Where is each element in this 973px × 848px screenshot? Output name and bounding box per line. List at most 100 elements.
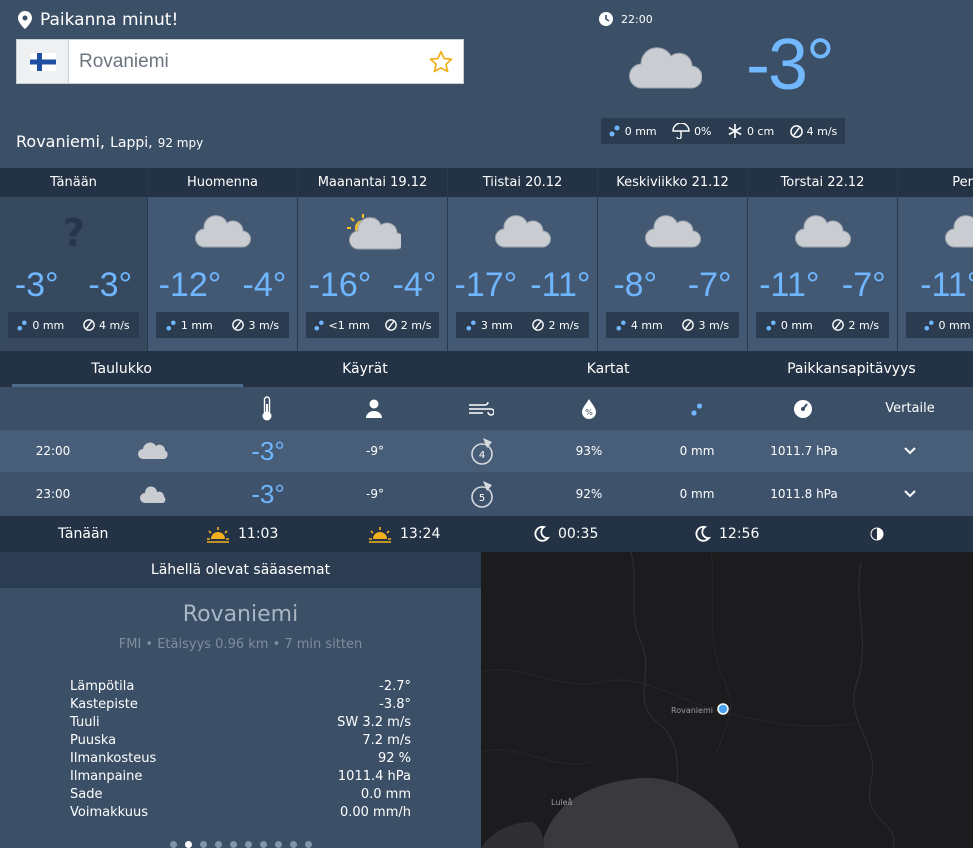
reading-value: 0.0 mm: [360, 787, 411, 802]
row-precip: 0 mm: [679, 444, 715, 458]
day-column[interactable]: Maanantai 19.12 -16° -4° <1 mm 2 m/s: [298, 168, 448, 351]
current-wind: 4 m/s: [789, 125, 837, 138]
day-column[interactable]: Huomenna -12° -4° 1 mm 3 m/s: [148, 168, 298, 351]
expand-chevron-icon[interactable]: [898, 430, 922, 472]
station-reading-row: Kastepiste -3.8°: [70, 696, 411, 714]
station-marker[interactable]: [717, 703, 729, 715]
compare-button[interactable]: Vertaile: [872, 387, 948, 430]
day-temps: -12° -4°: [148, 266, 297, 305]
pager-dot[interactable]: [275, 841, 282, 848]
drops-icon: [923, 319, 934, 331]
table-row[interactable]: 22:00 -3° -9° 4 93% 0 mm 1011.7 hPa: [0, 430, 973, 472]
reading-value: 1011.4 hPa: [337, 769, 411, 784]
drops-icon: [166, 319, 176, 331]
pager-dot[interactable]: [185, 841, 192, 848]
day-stats: 4 mm 3 m/s: [606, 312, 739, 338]
day-temps: -11°: [898, 266, 973, 305]
day-high-temp: -11°: [530, 266, 591, 304]
day-column[interactable]: Tänään? -3° -3° 0 mm 4 m/s: [0, 168, 148, 351]
sunset-icon: [369, 527, 391, 543]
pager-dot[interactable]: [200, 841, 207, 848]
drops-icon: [766, 319, 776, 331]
tab-accuracy[interactable]: Paikkansapitävyys: [730, 351, 973, 387]
finland-flag-icon: [29, 52, 56, 71]
tab-maps[interactable]: Kartat: [487, 351, 730, 387]
day-low-temp: -11°: [920, 266, 973, 304]
row-time: 23:00: [35, 487, 71, 501]
day-column[interactable]: Tiistai 20.12 -17° -11° 3 mm 2 m/s: [448, 168, 598, 351]
current-snow: 0 cm: [727, 123, 774, 139]
favorite-button[interactable]: [419, 49, 463, 75]
clock-icon: [599, 12, 613, 26]
humidity-icon: %: [572, 393, 606, 425]
expand-chevron-icon[interactable]: [898, 473, 922, 515]
pressure-gauge-icon: [786, 393, 820, 425]
drops-icon: [314, 319, 324, 331]
pager-dot[interactable]: [245, 841, 252, 848]
unknown-icon: ?: [0, 212, 147, 252]
locate-me-link[interactable]: Paikanna minut!: [18, 10, 178, 30]
cloud-icon: [598, 212, 747, 250]
day-wind: 2 m/s: [832, 319, 879, 332]
day-precip: 4 mm: [616, 319, 663, 332]
search-input[interactable]: [69, 40, 419, 83]
day-high-temp: -7°: [687, 266, 732, 304]
sunrise: 11:03: [206, 516, 278, 552]
pager-dot[interactable]: [215, 841, 222, 848]
reading-label: Sade: [70, 787, 103, 802]
day-high-temp: -4°: [242, 266, 287, 304]
moonset: 12:56: [693, 516, 759, 552]
day-low-temp: -17°: [454, 266, 518, 304]
station-pager[interactable]: [170, 841, 312, 848]
country-selector[interactable]: [17, 40, 69, 83]
tab-graphs[interactable]: Käyrät: [243, 351, 486, 387]
pager-dot[interactable]: [170, 841, 177, 848]
pager-dot[interactable]: [305, 841, 312, 848]
row-humidity: 92%: [575, 487, 603, 501]
row-humidity: 93%: [575, 444, 603, 458]
map-label-rovaniemi: Rovaniemi: [671, 706, 713, 715]
cloud-icon: [448, 212, 597, 250]
night-cloud-icon: [135, 473, 171, 515]
umbrella-icon: [672, 123, 690, 139]
row-pressure: 1011.8 hPa: [770, 487, 838, 501]
day-wind: 3 m/s: [232, 319, 279, 332]
table-row[interactable]: 23:00 -3° -9° 5 92% 0 mm 1011.8 hPa: [0, 473, 973, 515]
station-reading-row: Lämpötila -2.7°: [70, 678, 411, 696]
station-name: Rovaniemi: [182, 602, 299, 627]
station-readings: Lämpötila -2.7° Kastepiste -3.8° Tuuli SW 3.2…: [70, 678, 411, 822]
current-precip: 0 mm: [609, 124, 657, 138]
day-column[interactable]: Torstai 22.12 -11° -7° 0 mm 2 m/s: [748, 168, 898, 351]
reading-value: 0.00 mm/h: [339, 805, 411, 820]
day-temps: -11° -7°: [748, 266, 897, 305]
day-stats: 1 mm 3 m/s: [156, 312, 289, 338]
day-high-temp: -4°: [392, 266, 437, 304]
wind-icon: [464, 393, 498, 425]
day-stats: <1 mm 2 m/s: [306, 312, 439, 338]
day-column[interactable]: Keskiviikko 21.12 -8° -7° 4 mm 3 m/s: [598, 168, 748, 351]
row-feels: -9°: [366, 487, 384, 501]
view-tabs: Taulukko Käyrät Kartat Paikkansapitävyys: [0, 351, 973, 387]
station-reading-row: Voimakkuus 0.00 mm/h: [70, 804, 411, 822]
sun-strip-label: Tänään: [58, 526, 109, 542]
station-reading-row: Ilmanpaine 1011.4 hPa: [70, 768, 411, 786]
day-stats: 0 mm 4 m/s: [8, 312, 139, 338]
row-feels: -9°: [366, 444, 384, 458]
station-reading-row: Puuska 7.2 m/s: [70, 732, 411, 750]
day-stats: 0 mm: [906, 312, 973, 338]
pager-dot[interactable]: [290, 841, 297, 848]
stations-map[interactable]: Rovaniemi Luleå: [481, 552, 973, 848]
day-precip: 0 mm: [766, 319, 813, 332]
moonrise-icon: [534, 525, 550, 542]
place-altitude: 92 mpy: [157, 136, 204, 150]
station-reading-row: Ilmankosteus 92 %: [70, 750, 411, 768]
station-reading-row: Sade 0.0 mm: [70, 786, 411, 804]
station-reading-row: Tuuli SW 3.2 m/s: [70, 714, 411, 732]
pager-dot[interactable]: [260, 841, 267, 848]
pager-dot[interactable]: [230, 841, 237, 848]
day-column[interactable]: Perjan -11° 0 mm: [898, 168, 973, 351]
wind-direction-icon: [682, 319, 695, 331]
tab-table[interactable]: Taulukko: [0, 351, 244, 387]
day-wind: 3 m/s: [682, 319, 729, 332]
day-wind: 2 m/s: [384, 319, 431, 332]
